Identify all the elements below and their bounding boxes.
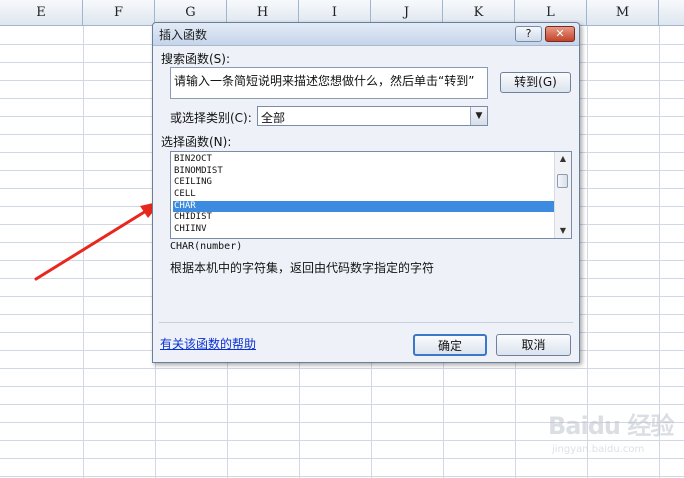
- category-select-value: 全部: [261, 111, 286, 125]
- watermark-brand: Baidu 经验: [548, 412, 674, 440]
- close-button[interactable]: ✕: [545, 26, 575, 42]
- function-list-item[interactable]: CHIDIST: [173, 212, 555, 224]
- category-label: 或选择类别(C):: [170, 111, 252, 125]
- function-list-item[interactable]: BIN2OCT: [173, 154, 555, 166]
- scroll-up-icon[interactable]: ▲: [555, 152, 571, 166]
- help-button[interactable]: ?: [515, 26, 542, 42]
- goto-button[interactable]: 转到(G): [500, 72, 571, 93]
- function-list-item[interactable]: CHIINV: [173, 224, 555, 236]
- scroll-down-icon[interactable]: ▼: [555, 224, 571, 238]
- function-list-item[interactable]: CELL: [173, 189, 555, 201]
- baidu-watermark: Baidu 经验 jingyan.baidu.com: [548, 398, 678, 468]
- function-list-item-selected[interactable]: CHAR: [173, 200, 555, 213]
- category-select[interactable]: 全部 ▼: [257, 106, 488, 126]
- function-list-label: 选择函数(N):: [161, 135, 232, 149]
- insert-function-dialog: 插入函数 ? ✕ 搜索函数(S): 请输入一条简短说明来描述您想做什么，然后单击…: [152, 22, 580, 363]
- function-list-item[interactable]: CEILING: [173, 177, 555, 189]
- function-description: 根据本机中的字符集，返回由代码数字指定的字符: [170, 261, 435, 275]
- function-list-item[interactable]: BINOMDIST: [173, 166, 555, 178]
- watermark-url: jingyan.baidu.com: [552, 444, 645, 455]
- dropdown-arrow-icon[interactable]: ▼: [470, 107, 487, 125]
- dialog-separator: [159, 322, 573, 323]
- function-help-link[interactable]: 有关该函数的帮助: [160, 335, 256, 352]
- cancel-button[interactable]: 取消: [496, 334, 571, 356]
- ok-button[interactable]: 确定: [413, 334, 487, 356]
- search-function-label: 搜索函数(S):: [161, 52, 231, 66]
- scrollbar-thumb[interactable]: [557, 174, 568, 188]
- function-list-scrollbar[interactable]: ▲ ▼: [554, 152, 571, 238]
- function-listbox[interactable]: BIN2OCT BINOMDIST CEILING CELL CHAR CHID…: [170, 151, 572, 239]
- search-function-input[interactable]: 请输入一条简短说明来描述您想做什么，然后单击“转到”: [170, 67, 488, 99]
- dialog-title: 插入函数: [159, 28, 208, 42]
- dialog-titlebar[interactable]: 插入函数 ? ✕: [153, 23, 579, 46]
- function-signature: CHAR(number): [170, 241, 243, 252]
